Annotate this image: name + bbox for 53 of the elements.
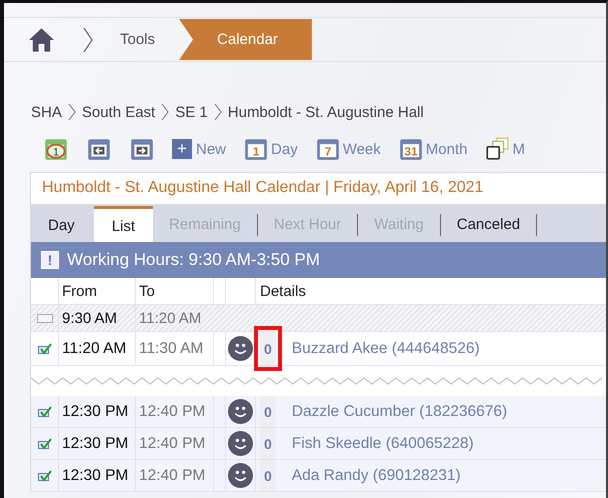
new-button[interactable]: + New [172, 139, 226, 159]
chevron-icon [161, 103, 170, 121]
view-tab[interactable]: Canceled [440, 214, 538, 236]
count-badge: 0 [260, 428, 276, 459]
to-time: 12:40 PM [135, 428, 213, 459]
checked-icon[interactable] [38, 342, 52, 354]
multi-view-button[interactable]: M [484, 136, 525, 162]
smiley-icon [228, 431, 253, 456]
patient-link[interactable]: Buzzard Akee (444648526) [292, 340, 480, 358]
count-badge: 0 [260, 332, 276, 365]
column-header: From [58, 278, 135, 304]
from-time: 9:30 AM [58, 305, 135, 331]
chevron-icon [83, 26, 93, 52]
view-button[interactable]: 7 Week [314, 136, 381, 162]
active-crumb[interactable]: Calendar [179, 19, 312, 60]
checked-icon[interactable] [38, 406, 52, 418]
from-time: 12:30 PM [58, 460, 135, 491]
checked-icon[interactable] [38, 438, 52, 450]
breadcrumb-link[interactable]: South East [82, 104, 156, 120]
chevron-icon [68, 103, 76, 121]
view-tab[interactable]: Day [31, 208, 94, 242]
slot-icon [36, 314, 52, 322]
view-button[interactable]: 31 Month [398, 136, 468, 162]
breadcrumb-link[interactable]: SE 1 [175, 104, 208, 120]
from-time: 11:20 AM [58, 332, 135, 365]
smiley-icon [228, 399, 253, 424]
nav-crumb[interactable]: Tools [93, 31, 180, 48]
count-badge: 0 [260, 396, 276, 427]
to-time: 12:40 PM [135, 396, 213, 427]
working-hours-text: Working Hours: 9:30 AM-3:50 PM [67, 250, 320, 270]
to-time: 12:40 PM [135, 460, 213, 491]
from-time: 12:30 PM [58, 396, 135, 427]
patient-link[interactable]: Dazzle Cucumber (182236676) [292, 402, 508, 420]
view-tab[interactable]: List [94, 206, 154, 242]
patient-link[interactable]: Ada Randy (690128231) [292, 466, 461, 484]
column-header: To [135, 278, 213, 304]
alert-icon: ! [41, 251, 59, 269]
breadcrumb-link[interactable]: SHA [31, 104, 62, 120]
home-icon[interactable] [28, 26, 55, 52]
from-time: 12:30 PM [58, 428, 135, 459]
smiley-icon [228, 463, 253, 488]
count-badge: 0 [260, 460, 276, 491]
windows-icon [484, 136, 510, 162]
checked-icon[interactable] [38, 470, 52, 482]
patient-link[interactable]: Fish Skeedle (640065228) [292, 434, 474, 452]
view-button[interactable]: 1 Day [243, 136, 298, 162]
to-time: 11:30 AM [135, 332, 213, 365]
column-header: Details [255, 278, 606, 304]
to-time: 11:20 AM [135, 305, 213, 331]
smiley-icon [228, 336, 253, 361]
calendar-title: Humboldt - St. Augustine Hall Calendar | Friday, April 16, 2021 [31, 172, 606, 205]
chevron-icon [214, 103, 222, 121]
breadcrumb-link[interactable]: Humboldt - St. Augustine Hall [228, 104, 424, 120]
